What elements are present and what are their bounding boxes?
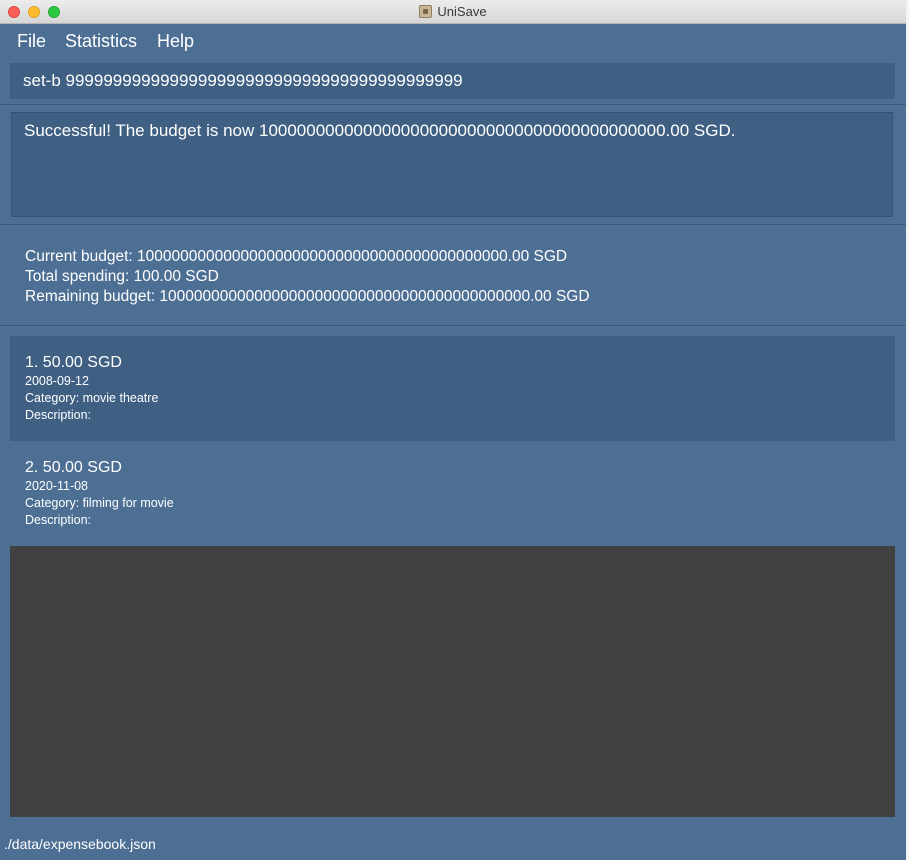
total-spending: Total spending: 100.00 SGD (25, 268, 219, 285)
divider (0, 325, 906, 326)
expense-date: 2008-09-12 (25, 374, 89, 388)
status-bar-path: ./data/expensebook.json (4, 836, 156, 852)
menu-bar: File Statistics Help (0, 25, 906, 57)
app-window: UniSave File Statistics Help Successful!… (0, 0, 906, 860)
current-budget: Current budget: 100000000000000000000000… (25, 248, 568, 265)
expense-card[interactable]: 2. 50.00 SGD 2020-11-08 Category: filmin… (10, 441, 895, 546)
expense-description: Description: (25, 408, 91, 422)
result-display[interactable]: Successful! The budget is now 1000000000… (11, 112, 893, 217)
command-input[interactable] (10, 63, 895, 99)
command-box (10, 63, 895, 99)
app-icon (419, 4, 433, 18)
menu-statistics[interactable]: Statistics (65, 31, 137, 51)
window-title: UniSave (0, 0, 906, 24)
expense-card[interactable]: 1. 50.00 SGD 2008-09-12 Category: movie … (10, 336, 895, 441)
divider (0, 104, 906, 105)
divider (0, 224, 906, 225)
window-title-text: UniSave (437, 4, 487, 19)
expense-description: Description: (25, 513, 91, 527)
title-bar: UniSave (0, 0, 906, 24)
budget-summary: Current budget: 100000000000000000000000… (25, 247, 590, 307)
expense-amount: 1. 50.00 SGD (25, 354, 122, 371)
expense-category: Category: filming for movie (25, 496, 174, 510)
expense-category: Category: movie theatre (25, 391, 159, 405)
expense-date: 2020-11-08 (25, 479, 89, 493)
menu-help[interactable]: Help (157, 31, 194, 51)
remaining-budget: Remaining budget: 1000000000000000000000… (25, 288, 590, 305)
menu-file[interactable]: File (17, 31, 46, 51)
result-message: Successful! The budget is now 1000000000… (24, 121, 736, 140)
expense-list-empty-area (10, 546, 895, 817)
expense-amount: 2. 50.00 SGD (25, 459, 122, 476)
